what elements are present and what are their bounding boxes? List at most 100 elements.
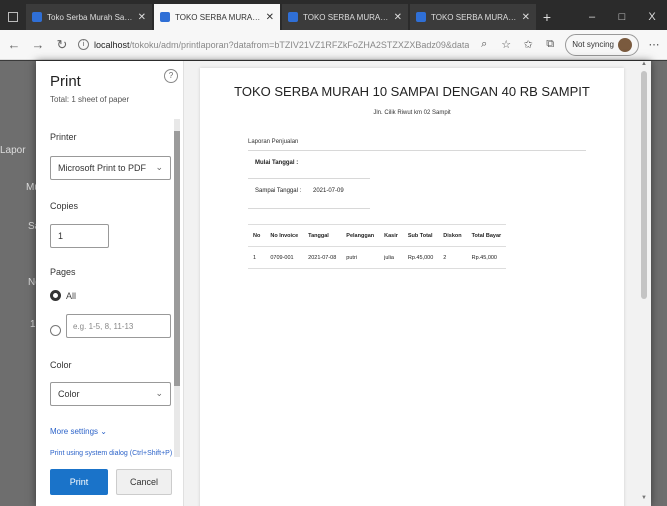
document-title: TOKO SERBA MURAH 10 SAMPAI DENGAN 40 RB … — [234, 84, 590, 99]
url-field[interactable]: i localhost/tokoku/adm/printlaporan?data… — [78, 39, 469, 50]
end-date-label: Sampai Tanggal : — [255, 188, 302, 194]
table-cell: putri — [341, 246, 380, 269]
pages-label: Pages — [50, 267, 76, 277]
divider — [248, 178, 370, 179]
tab-actions-icon[interactable] — [8, 12, 18, 22]
preview-page: TOKO SERBA MURAH 10 SAMPAI DENGAN 40 RB … — [200, 68, 624, 506]
scrollbar-thumb[interactable] — [641, 71, 647, 299]
color-select[interactable]: Color ⌄ — [50, 382, 171, 406]
print-button[interactable]: Print — [50, 469, 108, 495]
close-tab-icon[interactable]: ✕ — [394, 12, 402, 23]
tab-strip: Toko Serba Murah Sampit 10-4( ✕ TOKO SER… — [0, 0, 667, 30]
end-date-value: 2021-07-09 — [313, 188, 344, 194]
close-tab-icon[interactable]: ✕ — [138, 12, 146, 23]
divider — [248, 208, 370, 209]
sheet-count: Total: 1 sheet of paper — [50, 95, 130, 104]
browser-tab-1[interactable]: Toko Serba Murah Sampit 10-4( ✕ — [26, 4, 152, 30]
scroll-down-icon[interactable]: ▼ — [641, 495, 647, 501]
close-tab-icon[interactable]: ✕ — [266, 12, 274, 23]
collections-icon[interactable]: ⧉ — [543, 38, 557, 51]
table-header: No — [248, 224, 266, 247]
table-header: No Invoice — [265, 224, 304, 247]
start-date-label: Mulai Tanggal : — [255, 160, 299, 166]
table-cell: julia — [379, 246, 403, 269]
printer-label: Printer — [50, 132, 77, 142]
favorite-star-icon[interactable]: ☆ — [499, 38, 513, 51]
favicon-icon — [32, 12, 42, 22]
table-cell: 1 — [248, 246, 266, 269]
printer-select[interactable]: Microsoft Print to PDF ⌄ — [50, 156, 171, 180]
copies-value: 1 — [58, 231, 64, 241]
more-settings-label: More settings — [50, 427, 99, 436]
copies-input[interactable]: 1 — [50, 224, 109, 248]
cancel-button[interactable]: Cancel — [116, 469, 172, 495]
url-path: /tokoku/adm/printlaporan?datafrom=bTZIV2… — [129, 39, 470, 50]
print-settings-panel: Print Total: 1 sheet of paper ? Printer … — [36, 61, 183, 506]
browser-tab-2[interactable]: TOKO SERBA MURAH 10 SAMPA ✕ — [154, 4, 280, 30]
table-header-row: No No Invoice Tanggal Pelanggan Kasir Su… — [248, 224, 507, 247]
favicon-icon — [160, 12, 170, 22]
url-host: localhost — [94, 39, 130, 50]
minimize-button[interactable]: – — [577, 4, 607, 30]
tab-title: TOKO SERBA MURAH 10 SAMPA — [431, 12, 517, 22]
search-icon[interactable]: ⌕ — [477, 38, 491, 51]
divider — [248, 150, 586, 151]
sync-label: Not syncing — [572, 40, 614, 49]
tab-title: TOKO SERBA MURAH 10 SAMPA — [303, 12, 389, 22]
print-preview: TOKO SERBA MURAH 10 SAMPAI DENGAN 40 RB … — [183, 61, 651, 506]
sync-button[interactable]: Not syncing — [565, 33, 639, 56]
document-address: Jln. Cilik Riwut km 02 Sampit — [373, 110, 451, 116]
close-window-button[interactable]: X — [637, 4, 667, 30]
scroll-up-icon[interactable]: ▲ — [641, 61, 647, 67]
color-label: Color — [50, 360, 72, 370]
color-value: Color — [58, 389, 80, 399]
report-label: Laporan Penjualan — [248, 139, 299, 145]
table-header: Pelanggan — [341, 224, 380, 247]
favorites-icon[interactable]: ✩ — [521, 38, 535, 51]
more-menu-icon[interactable]: ⋯ — [647, 38, 661, 51]
system-dialog-link[interactable]: Print using system dialog (Ctrl+Shift+P) — [50, 450, 172, 457]
maximize-button[interactable]: □ — [607, 4, 637, 30]
close-tab-icon[interactable]: ✕ — [522, 12, 530, 23]
pages-all-label: All — [66, 291, 77, 301]
browser-tab-3[interactable]: TOKO SERBA MURAH 10 SAMPA ✕ — [282, 4, 408, 30]
browser-tab-4[interactable]: TOKO SERBA MURAH 10 SAMPA ✕ — [410, 4, 536, 30]
table-cell: 2021-07-08 — [303, 246, 342, 269]
table-header: Tanggal — [303, 224, 342, 247]
table-cell: 2 — [438, 246, 467, 269]
pages-placeholder: e.g. 1-5, 8, 11-13 — [73, 322, 134, 331]
scrollbar-thumb[interactable] — [174, 131, 180, 386]
page-title-stub: Lapor — [0, 145, 26, 156]
address-bar: ← → ↻ i localhost/tokoku/adm/printlapora… — [0, 30, 667, 60]
favicon-icon — [288, 12, 298, 22]
chevron-down-icon: ⌄ — [155, 162, 163, 172]
table-cell: Rp.45,000 — [466, 246, 507, 269]
tab-title: TOKO SERBA MURAH 10 SAMPA — [175, 12, 261, 22]
dialog-title: Print — [50, 73, 81, 90]
stub-text: 1 — [30, 319, 36, 330]
pages-custom-radio[interactable] — [50, 325, 61, 336]
table-header: Kasir — [379, 224, 403, 247]
more-settings-link[interactable]: More settings ⌄ — [50, 427, 107, 436]
site-info-icon[interactable]: i — [78, 39, 89, 50]
preview-scrollbar[interactable]: ▲ ▼ — [639, 61, 649, 506]
back-button[interactable]: ← — [6, 37, 22, 52]
pages-range-input[interactable]: e.g. 1-5, 8, 11-13 — [66, 314, 171, 338]
help-icon[interactable]: ? — [164, 69, 178, 83]
copies-label: Copies — [50, 201, 79, 211]
settings-scroll-area[interactable]: Printer Microsoft Print to PDF ⌄ Copies … — [36, 116, 183, 461]
table-header: Total Bayar — [466, 224, 507, 247]
chevron-down-icon: ⌄ — [100, 427, 107, 436]
new-tab-button[interactable]: + — [536, 4, 558, 30]
table-header: Diskon — [438, 224, 467, 247]
settings-scrollbar[interactable] — [174, 119, 180, 457]
avatar — [618, 37, 632, 52]
pages-all-radio[interactable] — [50, 290, 61, 301]
refresh-button[interactable]: ↻ — [54, 37, 70, 53]
favicon-icon — [416, 12, 426, 22]
print-dialog: Print Total: 1 sheet of paper ? Printer … — [36, 61, 651, 506]
forward-button[interactable]: → — [30, 37, 46, 52]
sales-table: No No Invoice Tanggal Pelanggan Kasir Su… — [248, 224, 507, 269]
table-row: 1 0709-001 2021-07-08 putri julia Rp.45,… — [248, 246, 507, 269]
printer-value: Microsoft Print to PDF — [58, 163, 147, 173]
